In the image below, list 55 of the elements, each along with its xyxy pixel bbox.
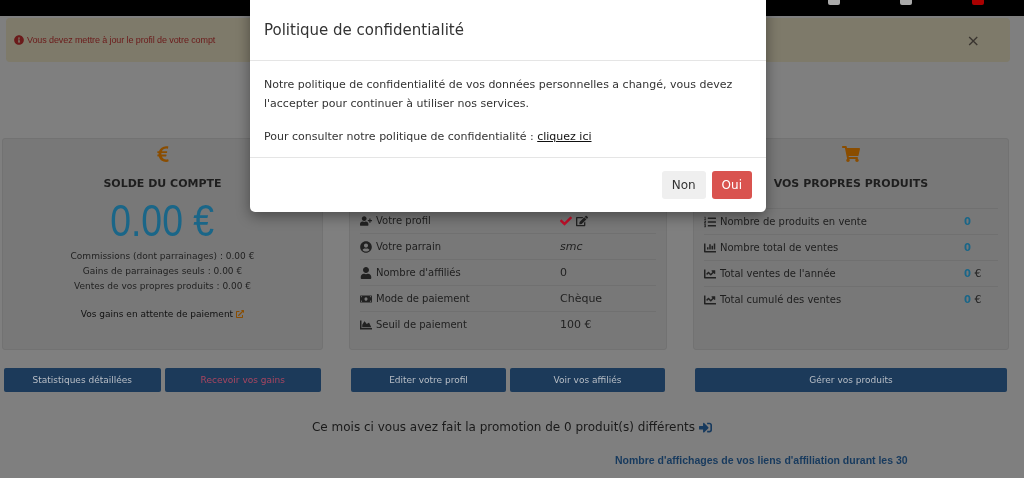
row-value: smc bbox=[560, 240, 584, 253]
row-label: Votre profil bbox=[376, 215, 431, 226]
menu-icon[interactable] bbox=[900, 0, 912, 5]
row-value: 0 bbox=[964, 216, 971, 227]
stats-heading: Nombre d'affichages de vos liens d'affiliation durant les 30 bbox=[615, 454, 909, 466]
sign-in-icon bbox=[699, 420, 712, 434]
add-user-icon bbox=[360, 214, 372, 227]
row-label: Votre parrain bbox=[376, 241, 442, 252]
promotion-text: Ce mois ci vous avez fait la promotion de 0 produit(s) différents bbox=[312, 420, 695, 434]
alert-message: Vous devez mettre à jour le profil de votre compt bbox=[14, 35, 216, 45]
row-value: Chèque bbox=[560, 292, 604, 305]
dialog-title: Politique de confidentialité bbox=[264, 21, 464, 39]
accept-button[interactable]: Oui bbox=[711, 171, 752, 199]
row-value: 0 bbox=[964, 294, 971, 305]
dialog-text: Notre politique de confidentialité de vos données personnelles a changé, vous devez l'accepter pour continuer à utiliser nos services. bbox=[264, 77, 734, 112]
card-title: SOLDE DU COMPTE bbox=[103, 177, 222, 190]
banknote-icon bbox=[360, 292, 372, 305]
row-label: Nombre de produits en vente bbox=[720, 216, 867, 227]
menu-icon[interactable] bbox=[828, 0, 840, 5]
user-icon bbox=[360, 266, 372, 279]
balance-line: Ventes de vos propres produits : 0.00 € bbox=[73, 281, 252, 291]
decline-button[interactable]: Non bbox=[661, 171, 706, 199]
balance-amount: 0.00 € bbox=[110, 196, 215, 246]
row-label: Seuil de paiement bbox=[376, 319, 467, 330]
currency-unit: € bbox=[973, 293, 982, 306]
bar-chart-icon bbox=[704, 241, 716, 254]
row-value: 100 € bbox=[560, 318, 593, 331]
action-button[interactable]: Gérer vos produits bbox=[695, 368, 1007, 392]
row-label: Total cumulé des ventes bbox=[720, 294, 842, 305]
row-label: Nombre total de ventes bbox=[720, 242, 839, 253]
privacy-link[interactable]: cliquez ici bbox=[537, 130, 592, 143]
list-icon bbox=[704, 215, 716, 228]
dialog-text: Pour consulter notre politique de confidentialité : cliquez ici bbox=[264, 129, 593, 145]
info-icon bbox=[14, 35, 24, 45]
card-title: VOS PROPRES PRODUITS bbox=[773, 177, 929, 190]
notification-icon[interactable] bbox=[972, 0, 984, 5]
row-label: Nombre d'affiliés bbox=[376, 267, 461, 278]
balance-line: Commissions (dont parrainages) : 0.00 € bbox=[70, 251, 255, 261]
user-icon bbox=[360, 240, 372, 253]
external-link-icon bbox=[236, 310, 245, 318]
pending-earnings-link[interactable]: Vos gains en attente de paiement bbox=[80, 309, 234, 319]
action-button[interactable]: Voir vos affiliés bbox=[510, 368, 665, 392]
action-button[interactable]: Statistiques détaillées bbox=[4, 368, 161, 392]
line-chart-icon bbox=[704, 267, 716, 280]
row-value: 0 bbox=[964, 242, 971, 253]
area-chart-icon bbox=[360, 318, 372, 331]
row-label: Mode de paiement bbox=[376, 293, 470, 304]
balance-line: Gains de parrainages seuls : 0.00 € bbox=[82, 266, 243, 276]
cart-icon bbox=[842, 145, 860, 163]
currency-unit: € bbox=[973, 267, 982, 280]
row-value: 0 bbox=[560, 266, 568, 279]
row-label: Total ventes de l'année bbox=[720, 268, 836, 279]
action-button[interactable]: Editer votre profil bbox=[351, 368, 506, 392]
line-chart-icon bbox=[704, 293, 716, 306]
row-value: 0 bbox=[964, 268, 971, 279]
